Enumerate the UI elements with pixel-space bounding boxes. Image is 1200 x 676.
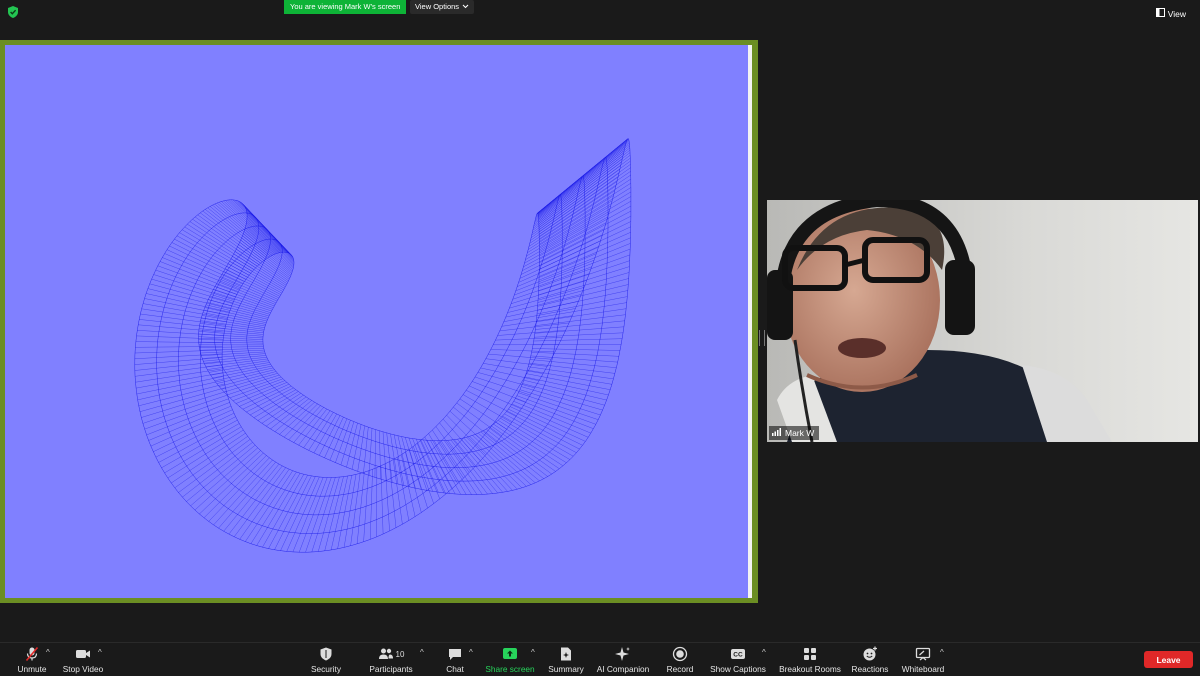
viewing-screen-banner: You are viewing Mark W's screen: [284, 0, 406, 14]
chevron-down-icon: [462, 0, 469, 14]
summary-button[interactable]: Summary: [546, 643, 586, 676]
participants-label: Participants: [369, 664, 412, 674]
show-captions-button[interactable]: CC Show Captions: [708, 643, 768, 676]
wireframe-ribbon: [135, 139, 631, 553]
show-captions-label: Show Captions: [710, 664, 766, 674]
share-screen-icon: [502, 646, 518, 662]
share-screen-label: Share screen: [485, 664, 534, 674]
participants-count: 10: [396, 650, 405, 659]
shared-screen-content: [5, 45, 748, 598]
breakout-rooms-button[interactable]: Breakout Rooms: [778, 643, 842, 676]
participants-options-caret-icon[interactable]: ^: [420, 649, 424, 657]
muted-microphone-icon: [24, 646, 40, 662]
participants-icon: 10: [374, 646, 408, 662]
captions-options-caret-icon[interactable]: ^: [762, 649, 766, 657]
parametric-wireframe-drawing: [5, 45, 748, 598]
ribbon-edge: [222, 213, 539, 478]
participant-name-tag: Mark W: [769, 426, 819, 440]
ai-companion-label: AI Companion: [597, 664, 650, 674]
view-label: View: [1168, 6, 1186, 22]
participant-video-tile[interactable]: Mark W: [767, 200, 1198, 442]
top-bar: You are viewing Mark W's screen View Opt…: [0, 0, 1200, 28]
breakout-rooms-grid-icon: [802, 646, 818, 662]
breakout-rooms-label: Breakout Rooms: [779, 664, 841, 674]
shield-icon: [318, 646, 334, 662]
chat-options-caret-icon[interactable]: ^: [469, 649, 473, 657]
chat-bubble-icon: [447, 646, 463, 662]
reactions-button[interactable]: Reactions: [850, 643, 890, 676]
reactions-label: Reactions: [852, 664, 889, 674]
view-layout-icon: [1156, 6, 1165, 22]
share-options-caret-icon[interactable]: ^: [531, 649, 535, 657]
participant-video-feed: [767, 200, 1198, 442]
meeting-toolbar: Unmute ^ Stop Video ^ Security: [0, 642, 1200, 675]
shared-screen-frame: [0, 40, 758, 603]
record-button[interactable]: Record: [664, 643, 696, 676]
shared-screen-edge: [748, 45, 752, 598]
record-label: Record: [667, 664, 694, 674]
whiteboard-icon: [915, 646, 931, 662]
ribbon-edge: [200, 194, 562, 496]
ai-companion-button[interactable]: AI Companion: [594, 643, 652, 676]
sparkle-icon: [615, 646, 631, 662]
chat-label: Chat: [446, 664, 464, 674]
participant-name: Mark W: [785, 428, 814, 438]
security-button[interactable]: Security: [306, 643, 346, 676]
view-button[interactable]: View: [1152, 6, 1190, 22]
whiteboard-label: Whiteboard: [902, 664, 944, 674]
summary-document-icon: [558, 646, 574, 662]
signal-bars-icon: [772, 428, 781, 438]
whiteboard-options-caret-icon[interactable]: ^: [940, 649, 944, 657]
split-view-resize-handle[interactable]: [759, 330, 765, 346]
share-screen-button[interactable]: Share screen: [484, 643, 536, 676]
stop-video-label: Stop Video: [63, 664, 103, 674]
captions-icon-text: CC: [733, 652, 743, 659]
ribbon-edge: [178, 176, 585, 515]
leave-button[interactable]: Leave: [1144, 651, 1193, 668]
unmute-label: Unmute: [17, 664, 46, 674]
audio-options-caret-icon[interactable]: ^: [46, 649, 50, 657]
closed-captions-icon: CC: [730, 646, 746, 662]
security-label: Security: [311, 664, 341, 674]
shield-check-icon[interactable]: [6, 5, 20, 19]
chat-button[interactable]: Chat: [443, 643, 467, 676]
smiley-plus-icon: [862, 646, 878, 662]
participants-button[interactable]: 10 Participants: [366, 643, 416, 676]
video-options-caret-icon[interactable]: ^: [98, 649, 102, 657]
video-camera-icon: [75, 646, 91, 662]
record-icon: [672, 646, 688, 662]
view-options-button[interactable]: View Options: [410, 0, 474, 14]
view-options-label: View Options: [415, 0, 459, 14]
summary-label: Summary: [548, 664, 584, 674]
